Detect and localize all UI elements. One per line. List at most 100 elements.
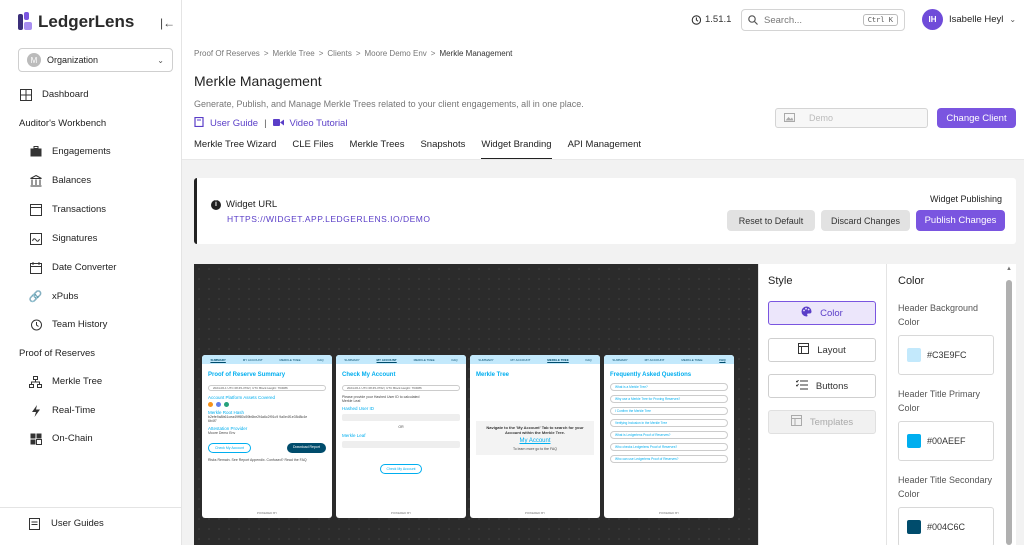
page-subtitle: Generate, Publish, and Manage Merkle Tre… bbox=[194, 99, 584, 109]
blocks-icon bbox=[29, 432, 42, 445]
preview-tab: FAQ bbox=[317, 357, 324, 362]
change-client-button[interactable]: Change Client bbox=[937, 108, 1016, 128]
style-buttons-button[interactable]: Buttons bbox=[768, 374, 876, 398]
preview-summary-card: SUMMARY MY ACCOUNT MERKLE TREE FAQ Proof… bbox=[202, 355, 332, 518]
transactions-icon bbox=[29, 203, 42, 216]
info-icon: i bbox=[211, 199, 221, 210]
preview-powered-by: POWERED BY bbox=[256, 511, 278, 515]
widget-preview-canvas: SUMMARY MY ACCOUNT MERKLE TREE FAQ Proof… bbox=[194, 264, 758, 545]
section-auditors-workbench: Auditor's Workbench bbox=[19, 118, 107, 129]
style-layout-button[interactable]: Layout bbox=[768, 338, 876, 362]
dashboard-icon bbox=[19, 88, 32, 101]
tab-merkle-trees[interactable]: Merkle Trees bbox=[350, 139, 405, 160]
color-picker-header-bg[interactable]: #C3E9FC bbox=[898, 335, 994, 375]
preview-intro: Please provide your Hashed User ID to ca… bbox=[342, 395, 420, 403]
breadcrumb-item[interactable]: Moore Demo Env bbox=[365, 49, 427, 58]
preview-faq-item: Why use a Merkle Tree for Proving Reserv… bbox=[610, 395, 728, 403]
tab-api-management[interactable]: API Management bbox=[568, 139, 641, 160]
search-box[interactable]: Search... Ctrl K bbox=[741, 9, 905, 31]
sidebar-item-on-chain[interactable]: On-Chain bbox=[29, 432, 93, 445]
search-shortcut: Ctrl K bbox=[862, 14, 898, 26]
client-select[interactable]: Demo bbox=[775, 108, 928, 128]
color-picker-title-primary[interactable]: #00AEEF bbox=[898, 421, 994, 461]
style-button-label: Templates bbox=[809, 416, 854, 428]
preview-faq-item: I Confirm the Merkle Tree bbox=[610, 407, 728, 415]
sidebar-item-team-history[interactable]: Team History bbox=[29, 318, 107, 331]
widget-publishing-label: Widget Publishing bbox=[929, 194, 1002, 204]
sidebar: LedgerLens |← M Organization ⌄ Dashboard… bbox=[0, 0, 182, 545]
preview-tab: MERKLE TREE bbox=[413, 357, 435, 362]
style-panel: Style Color Layout Buttons Templates bbox=[758, 264, 886, 545]
color-label-title-secondary: Header Title Secondary Color bbox=[898, 475, 993, 499]
sidebar-item-user-guides[interactable]: User Guides bbox=[28, 517, 104, 530]
reset-to-default-button[interactable]: Reset to Default bbox=[727, 210, 815, 231]
publish-changes-button[interactable]: Publish Changes bbox=[916, 210, 1005, 231]
sidebar-item-xpubs[interactable]: 🔗 xPubs bbox=[29, 290, 79, 303]
preview-asset-icons bbox=[208, 402, 326, 407]
org-label: Organization bbox=[47, 55, 99, 65]
sidebar-item-date-converter[interactable]: Date Converter bbox=[29, 261, 116, 274]
template-icon bbox=[790, 415, 802, 429]
color-picker-title-secondary[interactable]: #004C6C bbox=[898, 507, 994, 545]
color-value: #00AEEF bbox=[927, 436, 966, 446]
sidebar-item-transactions[interactable]: Transactions bbox=[29, 203, 106, 216]
preview-tab: MY ACCOUNT bbox=[644, 357, 665, 362]
sidebar-item-signatures[interactable]: Signatures bbox=[29, 232, 97, 245]
chevron-down-icon: ⌄ bbox=[157, 55, 164, 65]
breadcrumb-item[interactable]: Merkle Tree bbox=[272, 49, 314, 58]
widget-url-link[interactable]: HTTPS://WIDGET.APP.LEDGERLENS.IO/DEMO bbox=[227, 214, 431, 224]
sidebar-item-balances[interactable]: Balances bbox=[29, 174, 91, 187]
search-input[interactable]: Search... bbox=[764, 15, 857, 26]
sidebar-item-engagements[interactable]: Engagements bbox=[29, 145, 111, 158]
video-tutorial-link[interactable]: Video Tutorial bbox=[290, 118, 348, 129]
logo[interactable]: LedgerLens bbox=[18, 12, 134, 32]
user-menu[interactable]: IH Isabelle Heyl ⌄ bbox=[922, 9, 1016, 30]
collapse-sidebar-icon[interactable]: |← bbox=[160, 16, 175, 30]
sidebar-item-dashboard[interactable]: Dashboard bbox=[19, 88, 88, 101]
section-proof-of-reserves: Proof of Reserves bbox=[19, 348, 96, 359]
color-label-header-bg: Header Background Color bbox=[898, 303, 979, 327]
preview-tab: SUMMARY bbox=[210, 357, 226, 362]
user-guide-link[interactable]: User Guide bbox=[210, 118, 258, 129]
preview-tab: MY ACCOUNT bbox=[376, 357, 397, 362]
preview-learn-more: To learn more go to the FAQ bbox=[513, 447, 557, 451]
preview-tab: SUMMARY bbox=[478, 357, 494, 362]
briefcase-icon bbox=[29, 145, 42, 158]
discard-changes-button[interactable]: Discard Changes bbox=[821, 210, 910, 231]
preview-title: Proof of Reserve Summary bbox=[208, 372, 286, 378]
sidebar-item-label: Engagements bbox=[52, 146, 111, 157]
scroll-up-icon[interactable]: ▲ bbox=[1006, 266, 1012, 272]
breadcrumb-current: Merkle Management bbox=[439, 49, 513, 58]
style-templates-button[interactable]: Templates bbox=[768, 410, 876, 434]
color-panel-title: Color bbox=[898, 275, 925, 287]
tab-snapshots[interactable]: Snapshots bbox=[420, 139, 465, 160]
version-indicator[interactable]: 1.51.1 bbox=[691, 14, 731, 25]
scroll-thumb[interactable] bbox=[1006, 280, 1012, 545]
tab-widget-branding[interactable]: Widget Branding bbox=[481, 139, 552, 160]
color-panel-scrollbar[interactable]: ▲ bbox=[1005, 266, 1013, 545]
preview-tab: FAQ bbox=[585, 357, 592, 362]
sidebar-item-merkle-tree[interactable]: Merkle Tree bbox=[29, 375, 102, 388]
preview-leaf-label: Merkle Leaf bbox=[342, 433, 366, 438]
sidebar-item-label: Dashboard bbox=[42, 89, 89, 100]
preview-tab: MY ACCOUNT bbox=[510, 357, 531, 362]
style-color-button[interactable]: Color bbox=[768, 301, 876, 325]
preview-powered-by: POWERED BY bbox=[658, 511, 680, 515]
preview-title: Frequently Asked Questions bbox=[610, 372, 692, 378]
preview-tab: MY ACCOUNT bbox=[242, 357, 263, 362]
tab-merkle-tree-wizard[interactable]: Merkle Tree Wizard bbox=[194, 139, 276, 160]
preview-tab: FAQ bbox=[719, 357, 726, 362]
tree-icon bbox=[29, 375, 42, 388]
preview-root-hash: b2efe9a8b61cea49ff80c59b6be2f4a6c2f91c9 … bbox=[208, 415, 308, 423]
breadcrumb-item[interactable]: Clients bbox=[327, 49, 351, 58]
color-label-title-primary: Header Title Primary Color bbox=[898, 389, 981, 413]
organization-select[interactable]: M Organization ⌄ bbox=[18, 48, 173, 72]
sidebar-item-label: Signatures bbox=[52, 233, 98, 244]
preview-assets-label: Account Platform Assets Covered bbox=[208, 395, 276, 400]
breadcrumb-item[interactable]: Proof Of Reserves bbox=[194, 49, 260, 58]
lightning-icon bbox=[29, 404, 42, 417]
tab-cle-files[interactable]: CLE Files bbox=[292, 139, 333, 160]
preview-provider: Moore Demo Env bbox=[208, 431, 236, 435]
sidebar-item-real-time[interactable]: Real-Time bbox=[29, 404, 95, 417]
color-value: #C3E9FC bbox=[927, 350, 967, 360]
